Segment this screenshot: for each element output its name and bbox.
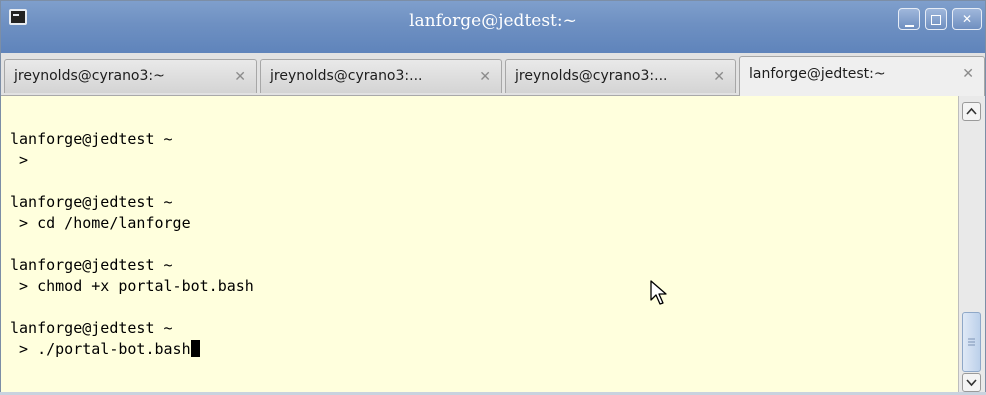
terminal-output[interactable]: lanforge@jedtest ~ > lanforge@jedtest ~ … [1,96,958,392]
window-title: lanforge@jedtest:~ [409,11,577,31]
scrollbar-thumb[interactable] [962,312,981,372]
terminal-window: lanforge@jedtest:~ ✕ jreynolds@cyrano3:~… [0,0,986,392]
tab-jreynolds-1[interactable]: jreynolds@cyrano3:~ ✕ [4,59,257,93]
terminal-line: lanforge@jedtest ~ [10,319,173,337]
tab-close-icon[interactable]: ✕ [479,69,491,85]
tab-close-icon[interactable]: ✕ [962,66,974,82]
terminal-line: > [10,151,29,169]
tab-jreynolds-3[interactable]: jreynolds@cyrano3:... ✕ [505,59,736,93]
tab-lanforge-active[interactable]: lanforge@jedtest:~ ✕ [739,56,985,96]
terminal-prompt-line[interactable]: > ./portal-bot.bash [10,339,958,360]
terminal-line: lanforge@jedtest ~ [10,193,173,211]
tab-label: lanforge@jedtest:~ [749,66,886,82]
maximize-button[interactable] [925,8,947,30]
tab-close-icon[interactable]: ✕ [713,69,725,85]
terminal-line: lanforge@jedtest ~ [10,130,173,148]
chevron-down-icon [966,379,977,387]
mouse-pointer-icon [650,280,667,305]
minimize-button[interactable] [898,8,920,30]
vertical-scrollbar[interactable] [958,96,985,392]
terminal-line: > cd /home/lanforge [10,214,191,232]
minimize-icon [904,25,914,27]
text-cursor [190,340,200,357]
terminal-line: lanforge@jedtest ~ [10,256,173,274]
tab-bar: jreynolds@cyrano3:~ ✕ jreynolds@cyrano3:… [1,53,985,96]
scroll-down-button[interactable] [962,373,981,392]
title-bar[interactable]: lanforge@jedtest:~ ✕ [1,1,985,53]
tab-label: jreynolds@cyrano3:... [515,68,668,84]
grip-icon [968,338,975,346]
terminal-command: > ./portal-bot.bash [10,340,191,358]
tab-jreynolds-2[interactable]: jreynolds@cyrano3:... ✕ [260,59,502,93]
chevron-up-icon [966,107,977,115]
tab-label: jreynolds@cyrano3:~ [14,68,165,84]
tab-close-icon[interactable]: ✕ [234,69,246,85]
close-button[interactable]: ✕ [952,8,982,30]
close-icon: ✕ [961,12,973,26]
terminal-line: > chmod +x portal-bot.bash [10,277,254,295]
tab-label: jreynolds@cyrano3:... [270,68,423,84]
scroll-up-button[interactable] [962,102,981,121]
maximize-icon [931,15,941,25]
